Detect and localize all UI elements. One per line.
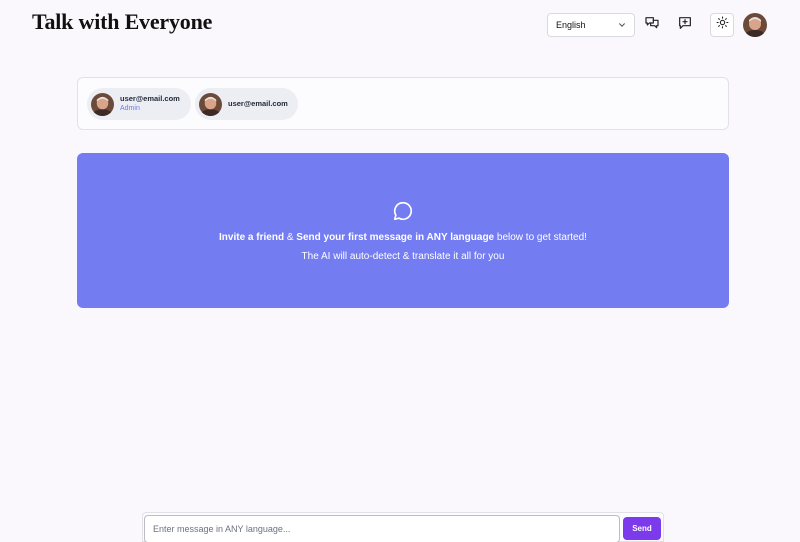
message-plus-icon [677,15,693,36]
user-avatar[interactable] [743,13,767,37]
welcome-banner: Invite a friend & Send your first messag… [77,153,729,308]
participants-panel: user@email.com Admin user@email.com [77,77,729,130]
invite-text: Invite a friend [219,232,285,243]
welcome-subtext: The AI will auto-detect & translate it a… [301,251,505,262]
participant-email: user@email.com [228,99,288,108]
welcome-instructions: Invite a friend & Send your first messag… [219,232,587,243]
language-select[interactable]: English [547,13,635,37]
chevron-down-icon [618,21,626,29]
chat-bubble-icon [392,200,414,227]
chats-icon [644,15,660,36]
participant-avatar [91,92,114,116]
page: Talk with Everyone English user@email.co… [0,0,800,542]
participant-chip[interactable]: user@email.com [195,88,298,120]
chats-button[interactable] [640,13,664,37]
message-input[interactable] [144,515,620,542]
participant-email: user@email.com [120,94,180,103]
message-composer: Send [142,512,664,542]
language-select-value: English [556,20,586,30]
participant-chip[interactable]: user@email.com Admin [87,88,191,120]
get-started-text: below to get started! [494,232,587,243]
app-title: Talk with Everyone [32,9,213,34]
sun-icon [716,16,729,34]
new-chat-button[interactable] [673,13,697,37]
first-message-text: Send your first message in ANY language [296,232,495,243]
participant-avatar [199,92,222,116]
participant-role: Admin [120,105,140,112]
amp-text: & [284,232,297,243]
theme-toggle-button[interactable] [710,13,734,37]
send-button[interactable]: Send [623,517,661,540]
